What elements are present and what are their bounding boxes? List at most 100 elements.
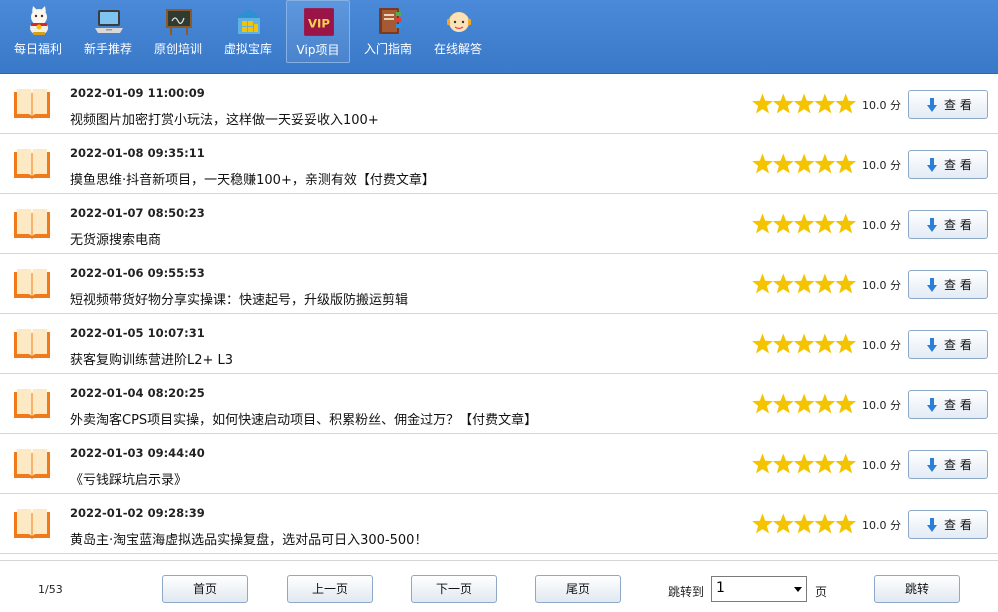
- star-icon: [814, 273, 836, 294]
- page-select-value: 1: [716, 580, 725, 596]
- nav-item-online-answers[interactable]: 在线解答: [426, 0, 490, 63]
- open-book-icon: [14, 329, 50, 360]
- next-page-button[interactable]: 下一页: [411, 575, 497, 603]
- view-button[interactable]: 查 看: [908, 150, 988, 179]
- star-icon: [752, 393, 773, 414]
- rating-stars: [752, 333, 856, 354]
- article-score: 10.0 分: [862, 399, 901, 412]
- star-icon: [814, 513, 836, 534]
- rating-stars: [752, 273, 856, 294]
- article-title[interactable]: 无货源搜索电商: [70, 229, 161, 248]
- article-title[interactable]: 视频图片加密打赏小玩法，这样做一天妥妥收入100+: [70, 109, 379, 128]
- blackboard-icon: [166, 9, 192, 35]
- rating-stars: [752, 393, 856, 414]
- view-button-label: 查 看: [944, 158, 972, 172]
- star-icon: [835, 453, 856, 474]
- star-icon: [752, 513, 773, 534]
- star-icon: [772, 213, 794, 234]
- star-icon: [793, 213, 815, 234]
- star-icon: [772, 273, 794, 294]
- star-icon: [835, 273, 856, 294]
- article-title[interactable]: 获客复购训练营进阶L2+ L3: [70, 349, 233, 368]
- view-button[interactable]: 查 看: [908, 390, 988, 419]
- star-icon: [772, 153, 794, 174]
- page-select[interactable]: 1: [711, 576, 807, 602]
- article-date: 2022-01-04 08:20:25: [70, 386, 205, 400]
- nav-label: 每日福利: [13, 42, 62, 56]
- view-button[interactable]: 查 看: [908, 330, 988, 359]
- view-button-label: 查 看: [944, 218, 972, 232]
- article-title[interactable]: 外卖淘客CPS项目实操，如何快速启动项目、积累粉丝、佣金过万？【付费文章】: [70, 409, 537, 428]
- go-button[interactable]: 跳转: [874, 575, 960, 603]
- star-icon: [793, 273, 815, 294]
- article-title[interactable]: 短视频带货好物分享实操课：快速起号，升级版防搬运剪辑: [70, 289, 408, 308]
- download-arrow-icon: [927, 398, 937, 412]
- nav-item-original-training[interactable]: 原创培训: [146, 0, 210, 63]
- star-icon: [814, 213, 836, 234]
- treasure-house-icon: [236, 9, 262, 34]
- article-score: 10.0 分: [862, 339, 901, 352]
- article-score: 10.0 分: [862, 99, 901, 112]
- view-button[interactable]: 查 看: [908, 210, 988, 239]
- nav-label: 入门指南: [363, 42, 412, 56]
- article-score: 10.0 分: [862, 459, 901, 472]
- star-icon: [772, 333, 794, 354]
- list-item: 2022-01-08 09:35:11 摸鱼思维·抖音新项目，一天稳赚100+，…: [0, 134, 998, 194]
- star-icon: [835, 513, 856, 534]
- nav-item-vip-projects[interactable]: VIP Vip项目: [286, 0, 350, 63]
- vip-icon: VIP: [304, 8, 334, 36]
- view-button-label: 查 看: [944, 398, 972, 412]
- star-icon: [772, 453, 794, 474]
- view-button[interactable]: 查 看: [908, 510, 988, 539]
- star-icon: [814, 153, 836, 174]
- article-title[interactable]: 《亏钱踩坑启示录》: [70, 469, 187, 488]
- view-button[interactable]: 查 看: [908, 90, 988, 119]
- prev-page-button[interactable]: 上一页: [287, 575, 373, 603]
- rating-stars: [752, 93, 856, 114]
- list-item: 2022-01-06 09:55:53 短视频带货好物分享实操课：快速起号，升级…: [0, 254, 998, 314]
- first-page-button[interactable]: 首页: [162, 575, 248, 603]
- star-icon: [752, 93, 773, 114]
- star-icon: [814, 93, 836, 114]
- article-title[interactable]: 黄岛主·淘宝蓝海虚拟选品实操复盘，选对品可日入300-500！: [70, 529, 427, 548]
- star-icon: [814, 393, 836, 414]
- star-icon: [752, 273, 773, 294]
- download-arrow-icon: [927, 98, 937, 112]
- open-book-icon: [14, 149, 50, 180]
- view-button[interactable]: 查 看: [908, 450, 988, 479]
- download-arrow-icon: [927, 458, 937, 472]
- download-arrow-icon: [927, 218, 937, 232]
- list-item: 2022-01-04 08:20:25 外卖淘客CPS项目实操，如何快速启动项目…: [0, 374, 998, 434]
- nav-item-beginner-recommend[interactable]: 新手推荐: [76, 0, 140, 63]
- article-date: 2022-01-08 09:35:11: [70, 146, 205, 160]
- star-icon: [793, 153, 815, 174]
- star-icon: [752, 213, 773, 234]
- nav-label: 虚拟宝库: [223, 42, 272, 56]
- svg-text:VIP: VIP: [308, 16, 330, 30]
- star-icon: [772, 93, 794, 114]
- star-icon: [793, 393, 815, 414]
- nav-item-daily-welfare[interactable]: 每日福利: [6, 0, 70, 63]
- article-date: 2022-01-03 09:44:40: [70, 446, 205, 460]
- star-icon: [772, 393, 794, 414]
- last-page-button[interactable]: 尾页: [535, 575, 621, 603]
- article-date: 2022-01-02 09:28:39: [70, 506, 205, 520]
- star-icon: [752, 153, 773, 174]
- star-icon: [814, 453, 836, 474]
- nav-label: 新手推荐: [83, 42, 132, 56]
- article-score: 10.0 分: [862, 219, 901, 232]
- list-item: 2022-01-03 09:44:40 《亏钱踩坑启示录》 10.0 分 查 看: [0, 434, 998, 494]
- open-book-icon: [14, 209, 50, 240]
- article-date: 2022-01-07 08:50:23: [70, 206, 205, 220]
- star-icon: [793, 513, 815, 534]
- nav-item-virtual-treasury[interactable]: 虚拟宝库: [216, 0, 280, 63]
- open-book-icon: [14, 389, 50, 420]
- nav-item-getting-started[interactable]: 入门指南: [356, 0, 420, 63]
- star-icon: [793, 453, 815, 474]
- download-arrow-icon: [927, 158, 937, 172]
- open-book-icon: [14, 89, 50, 120]
- article-title[interactable]: 摸鱼思维·抖音新项目，一天稳赚100+，亲测有效【付费文章】: [70, 169, 435, 188]
- rating-stars: [752, 213, 856, 234]
- article-date: 2022-01-09 11:00:09: [70, 86, 205, 100]
- view-button[interactable]: 查 看: [908, 270, 988, 299]
